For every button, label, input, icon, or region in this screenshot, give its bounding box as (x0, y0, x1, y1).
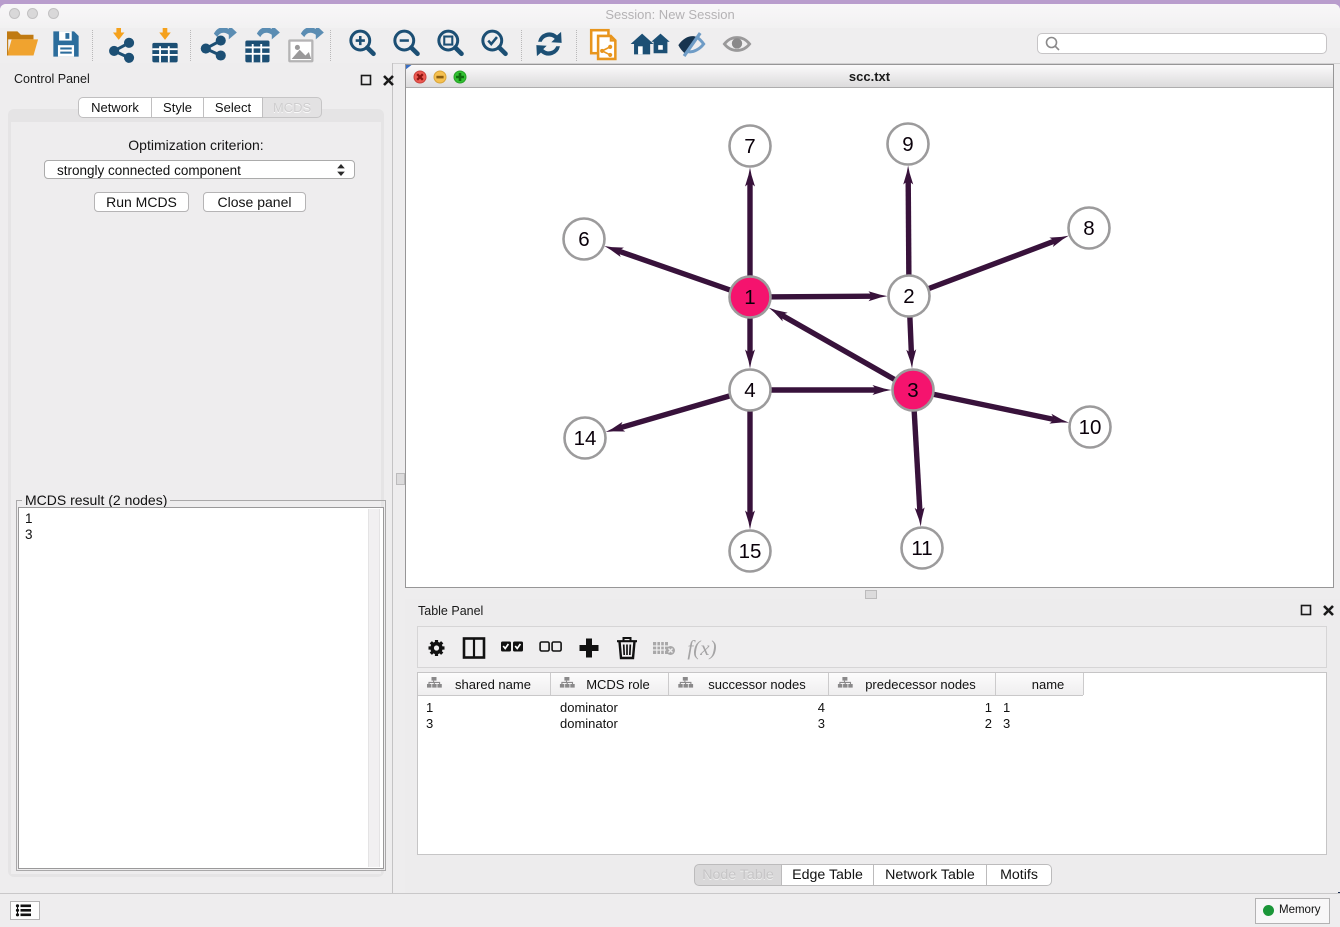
svg-text:1: 1 (744, 286, 755, 309)
svg-text:4: 4 (744, 379, 755, 402)
svg-text:f(x): f(x) (687, 636, 716, 660)
svg-text:3: 3 (907, 379, 918, 402)
svg-text:7: 7 (744, 135, 755, 158)
svg-text:8: 8 (1083, 217, 1094, 240)
svg-text:15: 15 (739, 540, 762, 563)
svg-text:11: 11 (911, 537, 932, 560)
svg-text:9: 9 (902, 133, 913, 156)
svg-text:2: 2 (903, 285, 914, 308)
svg-text:14: 14 (574, 427, 597, 450)
svg-text:6: 6 (578, 228, 589, 251)
svg-text:10: 10 (1079, 416, 1102, 439)
